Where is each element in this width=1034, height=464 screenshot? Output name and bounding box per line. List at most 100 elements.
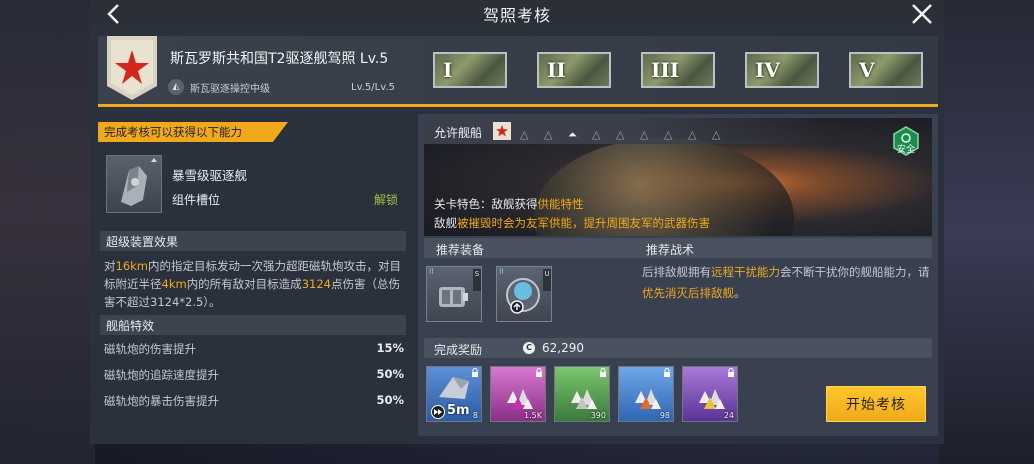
recommend-equip-label: 推荐装备 (436, 243, 485, 257)
range-value: 16km (115, 259, 149, 273)
module-slot: 组件槽位 (172, 193, 221, 207)
reward-item-4[interactable]: 98 (618, 366, 674, 422)
page-title: 驾照考核 (482, 6, 551, 25)
module-canister-icon (439, 287, 468, 307)
super-device-description: 对16km内的指定目标发动一次强力超距磁轨炮攻击，对目标附近半径4km内的所有敌… (104, 257, 404, 311)
rank-tab-3[interactable]: III (641, 52, 715, 88)
fast-forward-icon (431, 405, 445, 419)
ship-traits-header: 舰船特效 (100, 315, 406, 335)
reward-item-count: 98 (659, 411, 670, 420)
reward-item-count: 24 (723, 411, 734, 420)
mission-banner: 允许舰船 △ △ ⏶ △ △ △ △ △ △ 安全 关卡特色：敌舰获得供能特性 … (424, 118, 932, 236)
reward-item-count: 390 (590, 411, 606, 420)
damage-value: 3124 (301, 277, 331, 291)
stage-feature-title: 关卡特色：敌舰获得供能特性 (434, 196, 584, 212)
resource-crystals-icon (635, 389, 661, 409)
resource-crystals-icon (571, 389, 597, 409)
stage-feature-description: 敌舰被摧毁时会为友军供能，提升周围友军的武器伤害 (434, 215, 710, 231)
start-exam-button[interactable]: 开始考核 (826, 386, 926, 422)
tactic-text: 会不断干扰你的舰船能力，请 (780, 265, 930, 279)
license-subtitle-text: 斯瓦驱逐操控中级 (190, 83, 270, 95)
ship-class-titan-icon[interactable]: △ (712, 128, 720, 141)
title-bar: 驾照考核 (90, 0, 944, 28)
lock-icon (536, 368, 542, 377)
radius-value: 4km (161, 277, 187, 291)
unlock-status: 解锁 (374, 193, 399, 207)
license-header: 斯瓦罗斯共和国T2驱逐舰驾照 Lv.5 ◭ 斯瓦驱逐操控中级 Lv.5/Lv.5… (98, 36, 938, 106)
close-button[interactable] (908, 0, 936, 28)
license-level: Lv.5/Lv.5 (351, 82, 395, 93)
resource-crystals-icon (699, 389, 725, 409)
recommended-tactic-text: 后排敌舰拥有远程干扰能力会不断干扰你的舰船能力，请优先消灭后排敌舰。 (642, 262, 934, 304)
ship-class-frigate-icon[interactable]: △ (520, 128, 528, 141)
ability-banner: 完成考核可以获得以下能力 (98, 122, 288, 142)
trait-value: 50% (376, 367, 404, 381)
lock-icon (728, 368, 734, 377)
destroyer-ship-icon (121, 158, 157, 206)
ship-class-battleship-icon[interactable]: △ (640, 128, 648, 141)
reward-item-5[interactable]: 24 (682, 366, 738, 422)
back-button[interactable] (100, 0, 126, 28)
rank-tab-5[interactable]: V (849, 52, 923, 88)
trait-name: 磁轨炮的追踪速度提升 (104, 368, 219, 382)
reward-item-label: 5m (447, 403, 470, 418)
equip-slot-type: S (473, 269, 481, 291)
feature-prefix: 关卡特色：敌舰获得 (434, 197, 538, 211)
safety-indicator: 安全 (890, 126, 922, 160)
faction-star-badge-icon (107, 36, 157, 100)
module-card[interactable] (106, 155, 162, 213)
credit-coin-icon: C (523, 342, 535, 354)
trait-value: 15% (376, 341, 404, 355)
close-icon (912, 4, 932, 24)
feature-desc-text: 敌舰 (434, 216, 457, 230)
resource-crystals-icon (507, 389, 533, 409)
license-name: 斯瓦罗斯共和国T2驱逐舰驾照 Lv.5 (170, 51, 389, 67)
ship-class-dreadnought-icon[interactable]: △ (688, 128, 696, 141)
recommended-equipment-1[interactable]: II S (426, 266, 482, 322)
tactic-highlight: 远程干扰能力 (711, 265, 780, 279)
reward-item-3[interactable]: 390 (554, 366, 610, 422)
ship-class-cruiser-icon[interactable]: △ (592, 128, 600, 141)
reward-item-2[interactable]: 1.5K (490, 366, 546, 422)
reward-item-1[interactable]: 5m 8 (426, 366, 482, 422)
ship-class-selected-icon[interactable]: ⏶ (568, 128, 577, 142)
recommendation-header: 推荐装备 推荐战术 (424, 238, 932, 258)
tactic-text: 后排敌舰拥有 (642, 265, 711, 279)
rank-tab-4[interactable]: IV (745, 52, 819, 88)
safety-label: 安全 (896, 145, 915, 155)
trait-name: 磁轨炮的伤害提升 (104, 342, 196, 356)
desc-text: 内的所有敌对目标造成 (186, 277, 302, 291)
background-left (0, 0, 95, 464)
rank-tabs: I II III IV V (433, 52, 923, 88)
ship-class-battlecruiser-icon[interactable]: △ (616, 128, 624, 141)
star-icon (496, 125, 508, 137)
ship-class-carrier-icon[interactable]: △ (664, 128, 672, 141)
header-divider (98, 104, 938, 107)
background-right (939, 0, 1034, 464)
allowed-ships-label: 允许舰船 (434, 126, 483, 140)
desc-text: 对 (104, 259, 116, 273)
equip-tier: II (429, 267, 434, 276)
completion-reward-bar: 完成奖励 C 62,290 (424, 338, 932, 358)
tactic-highlight: 优先消灭后排敌舰 (642, 286, 734, 300)
rank-tab-1[interactable]: I (433, 52, 507, 88)
feature-desc-highlight: 被摧毁时会为友军供能，提升周围友军的武器伤害 (457, 216, 710, 230)
rank-tab-2[interactable]: II (537, 52, 611, 88)
completion-reward-label: 完成奖励 (434, 343, 483, 357)
super-device-header: 超级装置效果 (100, 231, 406, 251)
chevron-left-icon (107, 4, 119, 24)
speedup-ship-icon (439, 377, 469, 399)
reward-item-count: 8 (472, 411, 478, 420)
trait-row: 磁轨炮的追踪速度提升 50% (104, 367, 404, 383)
credit-reward-value: 62,290 (542, 341, 584, 355)
allowed-ship-faction-icon[interactable] (493, 122, 511, 140)
trait-value: 50% (376, 393, 404, 407)
trait-row: 磁轨炮的暴击伤害提升 50% (104, 393, 404, 409)
module-name: 暴雪级驱逐舰 (172, 168, 248, 183)
trait-name: 磁轨炮的暴击伤害提升 (104, 394, 219, 408)
ship-class-icon: ◭ (168, 79, 184, 95)
recommended-equipment-2[interactable]: II U (496, 266, 552, 322)
ship-class-destroyer-icon[interactable]: △ (544, 128, 552, 141)
trait-row: 磁轨炮的伤害提升 15% (104, 341, 404, 357)
lock-icon (600, 368, 606, 377)
